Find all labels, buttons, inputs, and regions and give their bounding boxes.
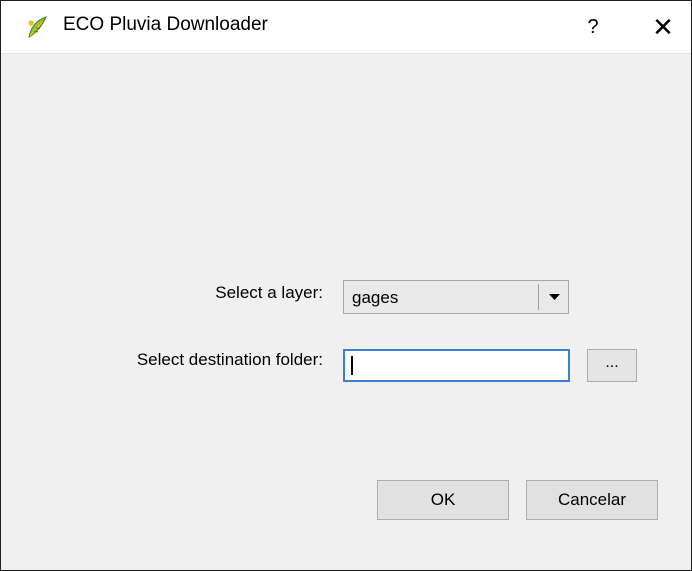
combobox-divider xyxy=(538,284,539,310)
eco-pluvia-dialog: ECO Pluvia Downloader ? ✕ Select a layer… xyxy=(0,0,692,571)
title-bar: ECO Pluvia Downloader ? ✕ xyxy=(1,1,691,54)
close-icon: ✕ xyxy=(652,12,674,42)
text-caret xyxy=(351,356,353,375)
ok-button[interactable]: OK xyxy=(377,480,509,520)
help-button[interactable]: ? xyxy=(573,9,613,45)
destination-folder-input[interactable] xyxy=(343,349,570,382)
layer-combobox-value: gages xyxy=(352,288,399,307)
select-folder-label: Select destination folder: xyxy=(136,350,323,369)
qgis-leaf-icon xyxy=(25,15,49,39)
window-title: ECO Pluvia Downloader xyxy=(63,14,268,35)
layer-combobox[interactable]: gages xyxy=(343,280,569,314)
close-button[interactable]: ✕ xyxy=(641,7,685,47)
cancel-button[interactable]: Cancelar xyxy=(526,480,658,520)
chevron-down-icon[interactable] xyxy=(541,281,568,313)
browse-folder-button[interactable]: ... xyxy=(587,349,637,382)
select-layer-label: Select a layer: xyxy=(215,283,323,302)
